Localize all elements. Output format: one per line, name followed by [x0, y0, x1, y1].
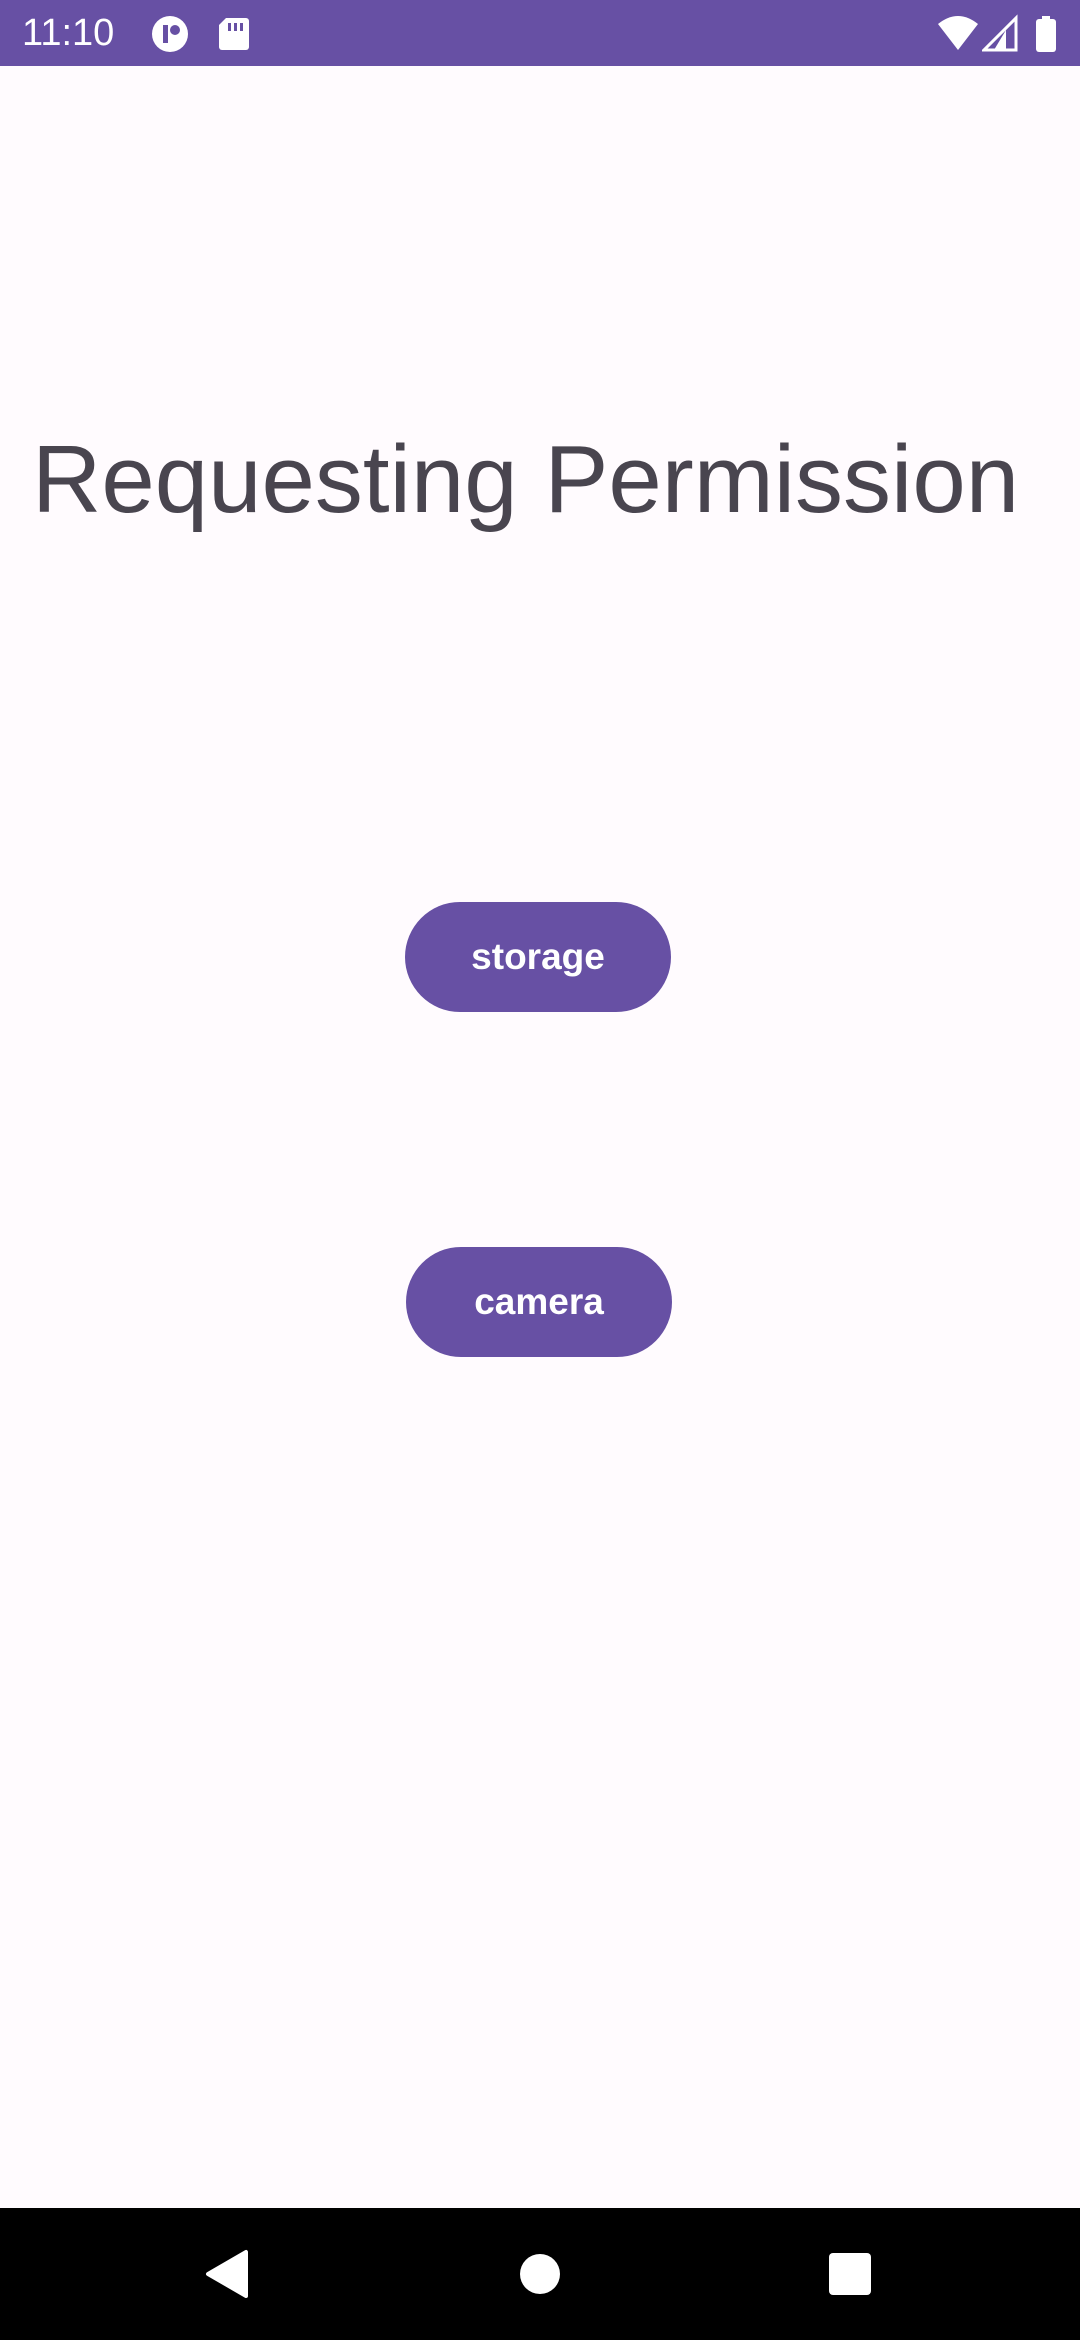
storage-button[interactable]: storage [405, 902, 671, 1012]
wifi-icon [938, 16, 978, 50]
app-notification-icon [152, 16, 188, 52]
battery-icon [1036, 16, 1056, 52]
recents-icon[interactable] [818, 2242, 882, 2306]
navigation-bar [0, 2208, 1080, 2340]
home-icon[interactable] [508, 2242, 572, 2306]
app-screen: 11:10 Requesting Permission storage came… [0, 0, 1080, 2340]
camera-button[interactable]: camera [406, 1247, 672, 1357]
sd-card-icon [219, 18, 249, 50]
status-bar: 11:10 [0, 0, 1080, 66]
cell-signal-icon [982, 14, 1018, 52]
status-time: 11:10 [22, 12, 115, 54]
page-title: Requesting Permission [32, 426, 1020, 533]
back-icon[interactable] [194, 2242, 258, 2306]
